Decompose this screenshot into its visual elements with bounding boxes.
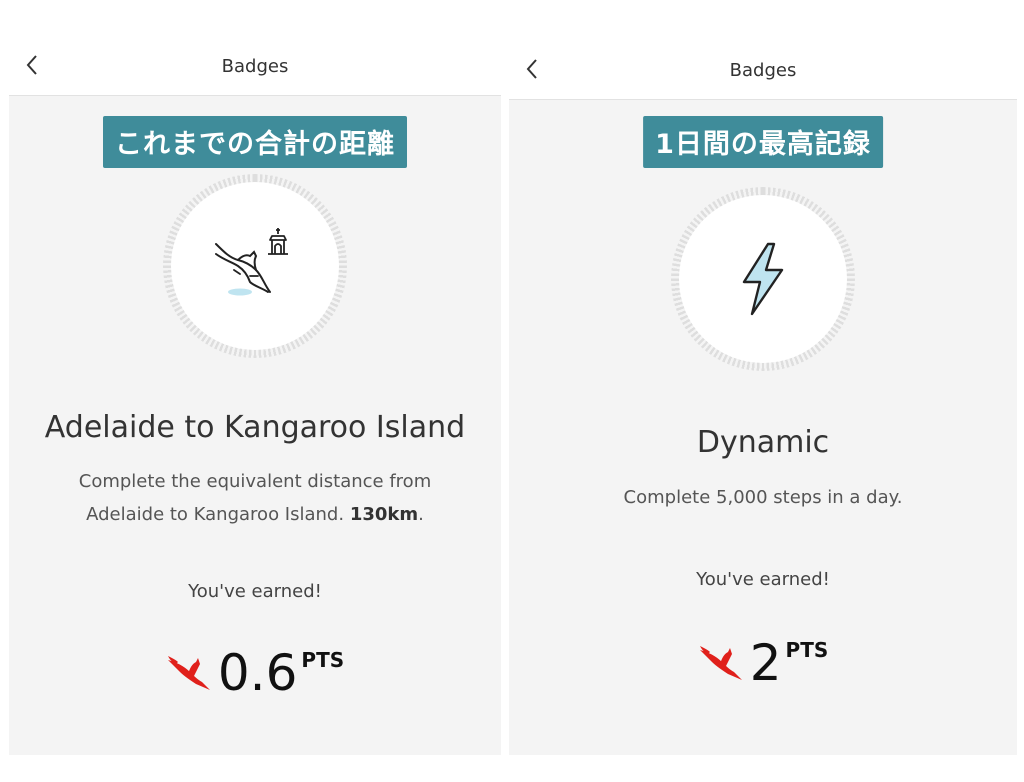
description-text: Adelaide to Kangaroo Island. [86,504,345,525]
badge-medallion [671,187,855,371]
points-display: 2 PTS [509,638,1017,688]
overlay-label: これまでの合計の距離 [103,116,407,168]
top-bar: Badges [9,38,501,96]
earned-label: You've earned! [188,581,322,602]
page-title: Badges [221,56,289,77]
kangaroo-logo-icon [167,656,210,690]
badge-medallion [163,174,347,358]
page-title: Badges [729,60,797,81]
badge-screen-daily: Badges 1日間の最高記録 Dynamic Complete 5,000 s… [509,42,1017,755]
description-line: Adelaide to Kangaroo Island. 130km. [39,498,471,531]
points-value: 2 [749,634,782,692]
badge-title: Dynamic [696,425,830,460]
description-line: Complete the equivalent distance from [78,471,432,492]
lightning-bolt-icon [742,242,784,316]
kangaroo-lighthouse-icon [215,228,288,296]
overlay-label: 1日間の最高記録 [643,116,883,168]
badge-title: Adelaide to Kangaroo Island [44,410,466,445]
badge-description: Complete 5,000 steps in a day. [623,487,903,508]
points-unit: PTS [785,638,829,662]
points-value: 0.6 [217,644,298,702]
points-display: 0.6 PTS [9,648,501,698]
points-unit: PTS [301,648,345,672]
badge-screen-distance: Badges これまでの合計の距離 Adelaide to Kangaroo I… [9,38,501,755]
earned-label: You've earned! [696,569,830,590]
top-bar: Badges [509,42,1017,100]
badge-description: Complete the equivalent distance from Ad… [39,465,471,531]
distance-value: 130km [349,504,419,525]
description-period: . [418,504,424,525]
kangaroo-logo-icon [699,646,742,680]
